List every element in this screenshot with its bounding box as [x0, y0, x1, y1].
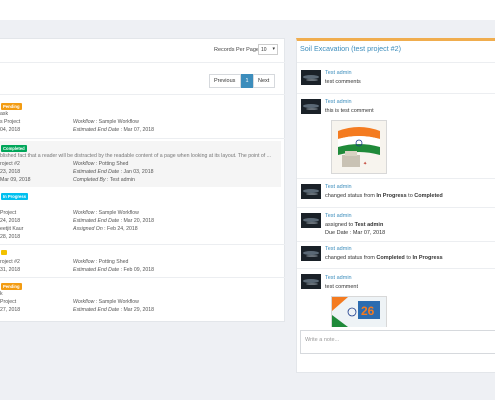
- task-end-date: Estimated End Date : Mar 29, 2018: [73, 307, 155, 313]
- divider: [0, 277, 285, 278]
- flag-illustration: ✦: [332, 121, 386, 173]
- divider: [297, 207, 495, 208]
- task-start-date: 04, 2018: [0, 127, 21, 133]
- task-start-date: 27, 2018: [0, 307, 21, 313]
- avatar: [301, 246, 321, 261]
- pagination-previous-button[interactable]: Previous: [209, 74, 241, 88]
- task-end-date: Estimated End Date : Mar 20, 2018: [73, 218, 155, 224]
- task-end-date: Estimated End Date : Feb 09, 2018: [73, 267, 155, 273]
- status-badge: Completed: [1, 145, 27, 152]
- records-per-page-value: 10: [261, 47, 267, 53]
- svg-text:✦: ✦: [363, 161, 367, 167]
- task-project: Project: [0, 299, 17, 305]
- task-name: k: [0, 291, 3, 297]
- pagination-page-label: 1: [245, 78, 249, 84]
- top-navbar: [0, 0, 495, 20]
- write-note-input[interactable]: Write a note...: [300, 330, 495, 354]
- comment-user[interactable]: Test admin: [325, 213, 352, 219]
- task-workflow: Workflow : Sample Workflow: [73, 299, 139, 305]
- task-project: s Project: [0, 119, 21, 125]
- pagination-next-label: Next: [258, 78, 270, 84]
- divider: [297, 241, 495, 242]
- task-project: roject #2: [0, 161, 20, 167]
- status-badge: [1, 250, 7, 255]
- records-per-page-label: Records Per Page: [214, 47, 259, 53]
- divider: [297, 178, 495, 179]
- task-assigned-on: Assigned On : Feb 24, 2018: [73, 226, 138, 232]
- task-project: roject #2: [0, 259, 20, 265]
- status-badge: In Progress: [1, 193, 29, 200]
- task-workflow: Workflow : Potting Shed: [73, 161, 129, 167]
- task-start-date: 31, 2018: [0, 267, 21, 273]
- records-per-page-select[interactable]: 10 ▾: [258, 44, 278, 55]
- comment-user[interactable]: Test admin: [325, 184, 352, 190]
- assignment-text: assigned to Test admin: [325, 222, 384, 228]
- status-change-text: changed status from In Progress to Compl…: [325, 193, 443, 199]
- comment-user[interactable]: Test admin: [325, 275, 352, 281]
- task-workflow: Workflow : Sample Workflow: [73, 119, 139, 125]
- avatar: [301, 184, 321, 199]
- comment-user[interactable]: Test admin: [325, 246, 352, 252]
- comment-text: test comments: [325, 79, 361, 85]
- divider: [0, 138, 285, 139]
- divider: [297, 62, 495, 63]
- divider: [0, 62, 285, 63]
- divider: [297, 93, 495, 94]
- pagination-previous-label: Previous: [214, 78, 236, 84]
- avatar: [301, 70, 321, 85]
- pagination-page-1[interactable]: 1: [241, 74, 253, 88]
- status-badge: Pending: [1, 283, 22, 290]
- comment-user[interactable]: Test admin: [325, 70, 352, 76]
- task-assignee: eetjit Kaur: [0, 226, 24, 232]
- task-assigned-date: 28, 2018: [0, 234, 21, 240]
- activity-panel: [296, 38, 495, 373]
- chevron-down-icon: ▾: [272, 46, 275, 52]
- svg-text:26: 26: [361, 304, 375, 318]
- avatar: [301, 274, 321, 289]
- comment-text: test comment: [325, 284, 359, 290]
- task-description: blished fact that a reader will be distr…: [0, 153, 271, 159]
- divider: [0, 94, 285, 95]
- task-start-date: 24, 2018: [0, 218, 21, 224]
- comment-attachment-image[interactable]: ✦: [331, 120, 387, 174]
- task-start-date: 23, 2018: [0, 169, 21, 175]
- task-workflow: Workflow : Sample Workflow: [73, 210, 139, 216]
- activity-panel-title: Soil Excavation (test project #2): [300, 44, 402, 53]
- pagination-next-button[interactable]: Next: [253, 74, 275, 88]
- divider: [297, 268, 495, 269]
- republic-day-illustration: 26: [332, 297, 386, 327]
- avatar: [301, 99, 321, 114]
- status-badge: Pending: [1, 103, 22, 110]
- task-project: Project: [0, 210, 17, 216]
- avatar: [301, 213, 321, 228]
- comment-attachment-image[interactable]: 26: [331, 296, 387, 327]
- task-end-date: Estimated End Date : Jan 03, 2018: [73, 169, 154, 175]
- task-end-date: Estimated End Date : Mar 07, 2018: [73, 127, 155, 133]
- write-note-placeholder: Write a note...: [305, 337, 340, 343]
- due-date-text: Due Date : Mar 07, 2018: [325, 230, 386, 236]
- task-row-highlight: [0, 141, 281, 187]
- comment-user[interactable]: Test admin: [325, 99, 352, 105]
- comment-text: this is test comment: [325, 108, 374, 114]
- task-completed-date: Mar 09, 2018: [0, 177, 31, 183]
- task-workflow: Workflow : Potting Shed: [73, 259, 129, 265]
- task-name: ask: [0, 111, 9, 117]
- status-change-text: changed status from Completed to In Prog…: [325, 255, 443, 261]
- divider: [0, 244, 285, 245]
- task-completed-by: Completed By : Test admin: [73, 177, 135, 183]
